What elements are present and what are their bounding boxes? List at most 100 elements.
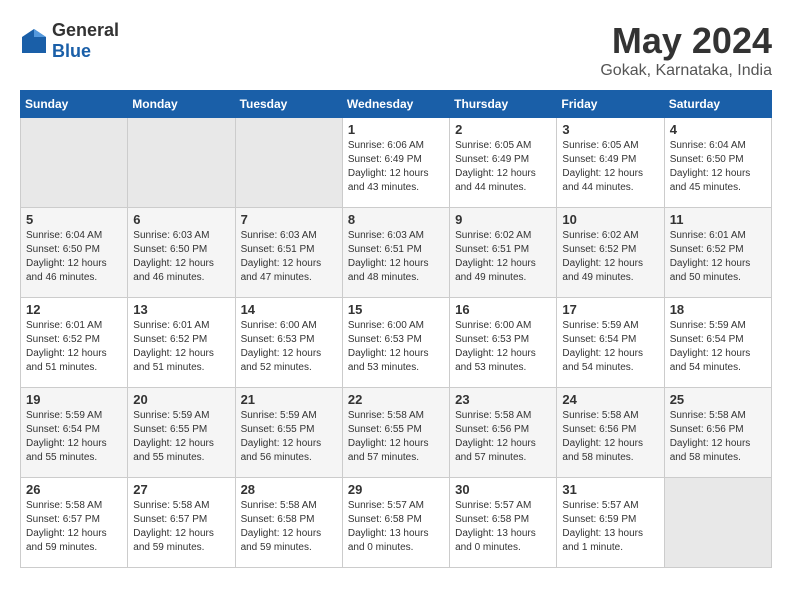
day-info: Sunrise: 6:04 AMSunset: 6:50 PMDaylight:… (26, 229, 122, 285)
calendar-cell: 14Sunrise: 6:00 AMSunset: 6:53 PMDayligh… (235, 298, 342, 388)
calendar-cell: 13Sunrise: 6:01 AMSunset: 6:52 PMDayligh… (128, 298, 235, 388)
weekday-header: Monday (128, 91, 235, 118)
calendar-cell: 23 Sunrise: 5:58 AMSunset: 6:56 PMDayligh… (450, 388, 557, 478)
day-number: 24 (562, 392, 658, 407)
calendar-cell: 10 Sunrise: 6:02 AMSunset: 6:52 PMDayligh… (557, 208, 664, 298)
calendar-cell: 8 Sunrise: 6:03 AMSunset: 6:51 PMDaylight… (342, 208, 449, 298)
logo-icon (20, 27, 48, 55)
day-number: 14 (241, 302, 337, 317)
logo: General Blue (20, 20, 119, 62)
day-info: Sunrise: 6:01 AMSunset: 6:52 PMDaylight:… (670, 229, 766, 285)
day-number: 9 (455, 212, 551, 227)
location-title: Gokak, Karnataka, India (600, 62, 772, 80)
calendar-cell: 1 Sunrise: 6:06 AMSunset: 6:49 PMDaylight… (342, 118, 449, 208)
calendar-cell: 22 Sunrise: 5:58 AMSunset: 6:55 PMDayligh… (342, 388, 449, 478)
logo-blue: Blue (52, 41, 91, 61)
page-header: General Blue May 2024 Gokak, Karnataka, … (20, 20, 772, 80)
calendar-cell: 18Sunrise: 5:59 AMSunset: 6:54 PMDayligh… (664, 298, 771, 388)
calendar-cell: 11 Sunrise: 6:01 AMSunset: 6:52 PMDayligh… (664, 208, 771, 298)
day-number: 21 (241, 392, 337, 407)
calendar-cell: 20 Sunrise: 5:59 AMSunset: 6:55 PMDayligh… (128, 388, 235, 478)
day-info: Sunrise: 5:58 AMSunset: 6:56 PMDaylight:… (455, 409, 551, 465)
logo-general: General (52, 20, 119, 40)
weekday-header: Wednesday (342, 91, 449, 118)
calendar-cell: 7 Sunrise: 6:03 AMSunset: 6:51 PMDaylight… (235, 208, 342, 298)
month-title: May 2024 (600, 20, 772, 62)
calendar-cell: 6 Sunrise: 6:03 AMSunset: 6:50 PMDaylight… (128, 208, 235, 298)
calendar-cell: 26Sunrise: 5:58 AMSunset: 6:57 PMDayligh… (21, 478, 128, 568)
day-info: Sunrise: 6:02 AMSunset: 6:52 PMDaylight:… (562, 229, 658, 285)
day-number: 19 (26, 392, 122, 407)
day-number: 8 (348, 212, 444, 227)
day-number: 7 (241, 212, 337, 227)
day-number: 6 (133, 212, 229, 227)
day-number: 15 (348, 302, 444, 317)
day-info: Sunrise: 5:59 AMSunset: 6:54 PMDaylight:… (26, 409, 122, 465)
calendar-cell: 19 Sunrise: 5:59 AMSunset: 6:54 PMDayligh… (21, 388, 128, 478)
day-info: Sunrise: 5:59 AMSunset: 6:55 PMDaylight:… (133, 409, 229, 465)
calendar-cell: 9 Sunrise: 6:02 AMSunset: 6:51 PMDaylight… (450, 208, 557, 298)
calendar-cell (664, 478, 771, 568)
day-number: 11 (670, 212, 766, 227)
calendar-cell: 30Sunrise: 5:57 AMSunset: 6:58 PMDayligh… (450, 478, 557, 568)
day-info: Sunrise: 5:59 AMSunset: 6:54 PMDaylight:… (562, 319, 658, 375)
day-number: 31 (562, 482, 658, 497)
day-number: 16 (455, 302, 551, 317)
day-info: Sunrise: 6:05 AMSunset: 6:49 PMDaylight:… (455, 139, 551, 195)
day-info: Sunrise: 5:58 AMSunset: 6:56 PMDaylight:… (670, 409, 766, 465)
calendar-cell: 12Sunrise: 6:01 AMSunset: 6:52 PMDayligh… (21, 298, 128, 388)
logo-text: General Blue (52, 20, 119, 62)
day-number: 2 (455, 122, 551, 137)
calendar-cell: 27Sunrise: 5:58 AMSunset: 6:57 PMDayligh… (128, 478, 235, 568)
day-info: Sunrise: 6:05 AMSunset: 6:49 PMDaylight:… (562, 139, 658, 195)
day-number: 20 (133, 392, 229, 407)
day-info: Sunrise: 6:04 AMSunset: 6:50 PMDaylight:… (670, 139, 766, 195)
day-number: 5 (26, 212, 122, 227)
weekday-header: Sunday (21, 91, 128, 118)
day-info: Sunrise: 5:58 AMSunset: 6:58 PMDaylight:… (241, 499, 337, 555)
day-number: 29 (348, 482, 444, 497)
weekday-header: Tuesday (235, 91, 342, 118)
day-number: 22 (348, 392, 444, 407)
day-number: 18 (670, 302, 766, 317)
day-info: Sunrise: 6:01 AMSunset: 6:52 PMDaylight:… (26, 319, 122, 375)
calendar-cell: 31Sunrise: 5:57 AMSunset: 6:59 PMDayligh… (557, 478, 664, 568)
day-info: Sunrise: 6:06 AMSunset: 6:49 PMDaylight:… (348, 139, 444, 195)
calendar-cell: 3 Sunrise: 6:05 AMSunset: 6:49 PMDaylight… (557, 118, 664, 208)
calendar-cell: 16 Sunrise: 6:00 AMSunset: 6:53 PMDayligh… (450, 298, 557, 388)
calendar-cell (128, 118, 235, 208)
calendar-cell: 17 Sunrise: 5:59 AMSunset: 6:54 PMDayligh… (557, 298, 664, 388)
calendar-cell (21, 118, 128, 208)
weekday-header: Thursday (450, 91, 557, 118)
day-info: Sunrise: 6:03 AMSunset: 6:51 PMDaylight:… (348, 229, 444, 285)
day-number: 1 (348, 122, 444, 137)
day-info: Sunrise: 5:57 AMSunset: 6:58 PMDaylight:… (348, 499, 444, 555)
day-info: Sunrise: 5:58 AMSunset: 6:57 PMDaylight:… (133, 499, 229, 555)
calendar-cell: 2 Sunrise: 6:05 AMSunset: 6:49 PMDaylight… (450, 118, 557, 208)
calendar-cell: 5 Sunrise: 6:04 AMSunset: 6:50 PMDaylight… (21, 208, 128, 298)
calendar-cell: 4 Sunrise: 6:04 AMSunset: 6:50 PMDaylight… (664, 118, 771, 208)
calendar-cell: 21 Sunrise: 5:59 AMSunset: 6:55 PMDayligh… (235, 388, 342, 478)
day-number: 23 (455, 392, 551, 407)
day-info: Sunrise: 6:03 AMSunset: 6:50 PMDaylight:… (133, 229, 229, 285)
day-info: Sunrise: 6:00 AMSunset: 6:53 PMDaylight:… (455, 319, 551, 375)
day-number: 10 (562, 212, 658, 227)
day-number: 3 (562, 122, 658, 137)
calendar-cell: 15 Sunrise: 6:00 AMSunset: 6:53 PMDayligh… (342, 298, 449, 388)
calendar-cell (235, 118, 342, 208)
day-info: Sunrise: 5:58 AMSunset: 6:55 PMDaylight:… (348, 409, 444, 465)
day-number: 17 (562, 302, 658, 317)
weekday-header: Friday (557, 91, 664, 118)
day-number: 28 (241, 482, 337, 497)
day-info: Sunrise: 6:03 AMSunset: 6:51 PMDaylight:… (241, 229, 337, 285)
title-block: May 2024 Gokak, Karnataka, India (600, 20, 772, 80)
calendar-table: SundayMondayTuesdayWednesdayThursdayFrid… (20, 90, 772, 568)
calendar-body: 1 Sunrise: 6:06 AMSunset: 6:49 PMDaylight… (21, 118, 772, 568)
day-info: Sunrise: 5:58 AMSunset: 6:56 PMDaylight:… (562, 409, 658, 465)
day-info: Sunrise: 6:00 AMSunset: 6:53 PMDaylight:… (348, 319, 444, 375)
day-number: 4 (670, 122, 766, 137)
weekday-header: Saturday (664, 91, 771, 118)
day-info: Sunrise: 6:02 AMSunset: 6:51 PMDaylight:… (455, 229, 551, 285)
day-info: Sunrise: 5:59 AMSunset: 6:55 PMDaylight:… (241, 409, 337, 465)
day-number: 13 (133, 302, 229, 317)
